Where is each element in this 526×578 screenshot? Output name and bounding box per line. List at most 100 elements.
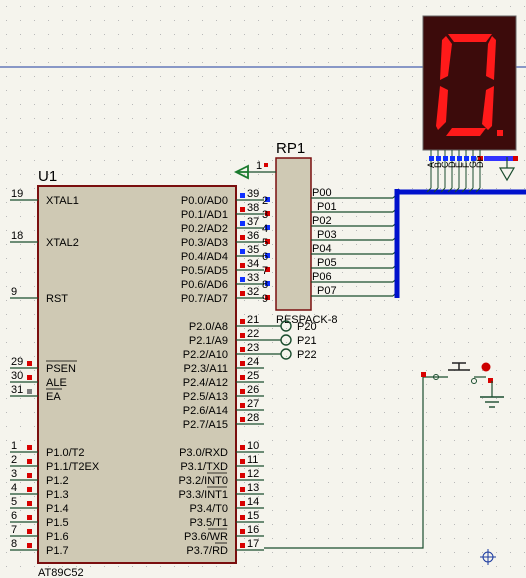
pin-state-marker <box>27 361 32 366</box>
pin-number: 33 <box>247 272 259 284</box>
segment-label: DP <box>475 155 485 168</box>
pin-state-marker <box>27 529 32 534</box>
rp1-pin-number: 5 <box>262 237 268 249</box>
pin-state-marker <box>240 347 245 352</box>
pin-state-marker <box>464 156 469 161</box>
pin-number: 8 <box>11 538 17 550</box>
pin-name: P1.7 <box>46 545 69 557</box>
pin-number: 7 <box>11 524 17 536</box>
rp1-pin-number: 6 <box>262 251 268 263</box>
pin-name: P3.7/RD <box>186 545 228 557</box>
pin-name: P3.4/T0 <box>189 503 228 515</box>
pin-state-marker <box>240 543 245 548</box>
pin-name: ALE <box>46 377 67 389</box>
net-label: P02 <box>312 215 332 227</box>
pin-name: P0.0/AD0 <box>181 195 228 207</box>
pin-state-marker <box>436 156 441 161</box>
pin-state-marker <box>457 156 462 161</box>
rp1-body <box>275 157 312 311</box>
pin-state-marker <box>27 543 32 548</box>
pin-number: 19 <box>11 188 23 200</box>
pin-state-marker <box>240 403 245 408</box>
schematic-canvas[interactable]: U1 AT89C52 19XTAL118XTAL29RST29PSEN30ALE… <box>0 0 526 578</box>
pin-number: 16 <box>247 524 259 536</box>
segment-a <box>448 34 492 42</box>
pin-state-marker <box>450 156 455 161</box>
pin-name: P0.7/AD7 <box>181 293 228 305</box>
segment-d <box>446 128 486 136</box>
pin-number: 5 <box>11 496 17 508</box>
pin-number: 10 <box>247 440 259 452</box>
pin-state-marker <box>27 515 32 520</box>
pin-number: 35 <box>247 244 259 256</box>
pin-state-marker <box>240 333 245 338</box>
pin-state-marker <box>240 473 245 478</box>
pin-state-marker <box>240 207 245 212</box>
pin-state-marker <box>240 389 245 394</box>
pin-state-marker <box>240 291 245 296</box>
decimal-point-icon <box>497 130 503 136</box>
pin-number: 3 <box>11 468 17 480</box>
pin-state-marker <box>27 487 32 492</box>
pin-number: 1 <box>11 440 17 452</box>
pin-state-marker <box>240 501 245 506</box>
pin-name: P2.1/A9 <box>189 335 228 347</box>
pin-name: P2.0/A8 <box>189 321 228 333</box>
pin-state-marker <box>240 529 245 534</box>
pin-name: P2.3/A11 <box>184 363 228 375</box>
display-common-pins <box>484 156 514 161</box>
pin-name: P0.5/AD5 <box>181 265 228 277</box>
pin-state-marker <box>240 445 245 450</box>
pin-name: EA <box>46 391 61 403</box>
net-label: P20 <box>297 321 317 333</box>
pin-name: P0.3/AD3 <box>181 237 228 249</box>
u1-microcontroller[interactable]: U1 AT89C52 19XTAL118XTAL29RST29PSEN30ALE… <box>10 168 270 578</box>
rp1-pin-number: 9 <box>262 293 268 305</box>
pin-name: P2.4/A12 <box>183 377 228 389</box>
pin-state-marker <box>240 263 245 268</box>
pin-name: P3.0/RXD <box>179 447 228 459</box>
pin-name: RST <box>46 293 68 305</box>
pin-name: P3.1/TXD <box>180 461 228 473</box>
pin-number: 25 <box>247 370 259 382</box>
switch-state-indicator-icon <box>481 362 491 372</box>
pin-number: 28 <box>247 412 259 424</box>
pin-state-marker <box>429 156 434 161</box>
pin-name: P0.2/AD2 <box>181 223 228 235</box>
pin-number: 30 <box>11 370 23 382</box>
pin-name: XTAL1 <box>46 195 79 207</box>
rp1-common-pin-marker <box>264 163 268 167</box>
pin-name: PSEN <box>46 363 76 375</box>
rp1-pin-number: 7 <box>262 265 268 277</box>
pin-name: P3.3/INT1 <box>178 489 228 501</box>
pin-name: P3.5/T1 <box>189 517 228 529</box>
pin-number: 32 <box>247 286 259 298</box>
pin-number: 29 <box>11 356 23 368</box>
pin-number: 36 <box>247 230 259 242</box>
u1-ref-label: U1 <box>38 168 57 185</box>
pin-name: P1.1/T2EX <box>46 461 100 473</box>
pin-name: P1.5 <box>46 517 69 529</box>
pin-name: P0.6/AD6 <box>181 279 228 291</box>
rp1-common-pin-num: 1 <box>256 160 262 172</box>
pin-number: 12 <box>247 468 259 480</box>
pin-state-marker <box>240 487 245 492</box>
pin-name: P2.2/A10 <box>183 349 228 361</box>
pin-number: 34 <box>247 258 259 270</box>
pin-number: 4 <box>11 482 17 494</box>
net-label: P00 <box>312 187 332 199</box>
pin-name: P2.7/A15 <box>183 419 228 431</box>
net-label: P22 <box>297 349 317 361</box>
pin-number: 15 <box>247 510 259 522</box>
rp1-pin-number: 3 <box>262 209 268 221</box>
pin-name: P2.5/A13 <box>183 391 228 403</box>
pin-state-marker <box>240 361 245 366</box>
pin-number: 26 <box>247 384 259 396</box>
pin-number: 9 <box>11 286 17 298</box>
rp1-ref-label: RP1 <box>276 140 305 157</box>
pin-number: 2 <box>11 454 17 466</box>
rp1-pin-number: 8 <box>262 279 268 291</box>
pin-state-marker <box>27 473 32 478</box>
pin-state-marker <box>27 501 32 506</box>
net-label: P07 <box>317 285 337 297</box>
